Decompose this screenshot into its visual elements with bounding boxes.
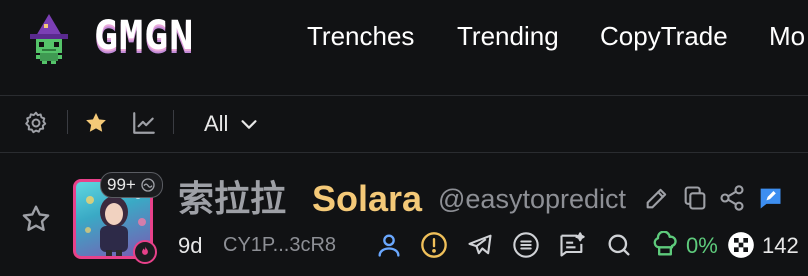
- token-twitter-handle[interactable]: @easytopredict: [438, 182, 626, 216]
- dev-user-icon[interactable]: [375, 231, 403, 259]
- filter-toolbar: All: [0, 96, 808, 152]
- top10-holding-pct: 0%: [686, 233, 718, 258]
- edit-pencil-icon[interactable]: [643, 184, 671, 212]
- share-icon[interactable]: [718, 184, 746, 212]
- telegram-icon[interactable]: [466, 231, 494, 259]
- search-icon[interactable]: [605, 231, 633, 259]
- wizard-frog-logo-icon[interactable]: [22, 14, 76, 64]
- filter-dropdown-value: All: [204, 111, 229, 136]
- chevron-down-icon: [241, 120, 257, 129]
- nav-link-copytrade[interactable]: CopyTrade: [600, 20, 728, 52]
- filter-dropdown[interactable]: All: [204, 110, 260, 138]
- token-name[interactable]: 索拉拉: [178, 178, 286, 220]
- logo-wordmark[interactable]: GMGN: [94, 14, 194, 58]
- holders-count: 142: [762, 233, 799, 258]
- fire-icon: [142, 246, 148, 255]
- wave-circle-icon: [141, 178, 155, 192]
- top-nav-bar: GMGN Trenches Trending CopyTrade Mo: [0, 0, 808, 95]
- nav-link-trenches[interactable]: Trenches: [307, 20, 414, 52]
- sparkle-comment-icon[interactable]: [558, 231, 586, 259]
- chart-icon[interactable]: [131, 110, 157, 136]
- comment-count-badge[interactable]: 99+: [100, 172, 163, 198]
- chef-hat-icon: [653, 231, 677, 256]
- contract-address[interactable]: CY1P...3cR8: [223, 234, 336, 257]
- nav-link-trending[interactable]: Trending: [457, 20, 559, 52]
- holders-pixel-icon: [728, 232, 754, 258]
- hot-badge: [133, 240, 157, 264]
- comment-edit-icon[interactable]: [756, 184, 784, 212]
- nav-link-more[interactable]: Mo: [769, 20, 805, 52]
- warning-icon[interactable]: [420, 231, 448, 259]
- gear-icon[interactable]: [23, 110, 49, 136]
- badge-count-value: 99+: [107, 175, 136, 194]
- favorite-star-icon[interactable]: [20, 203, 52, 235]
- star-icon[interactable]: [83, 110, 109, 136]
- token-age: 9d: [178, 233, 203, 258]
- token-list-icon[interactable]: [512, 231, 540, 259]
- toolbar-separator: [67, 110, 68, 134]
- copy-icon[interactable]: [681, 184, 709, 212]
- toolbar-separator: [173, 110, 174, 134]
- token-symbol[interactable]: Solara: [312, 178, 422, 220]
